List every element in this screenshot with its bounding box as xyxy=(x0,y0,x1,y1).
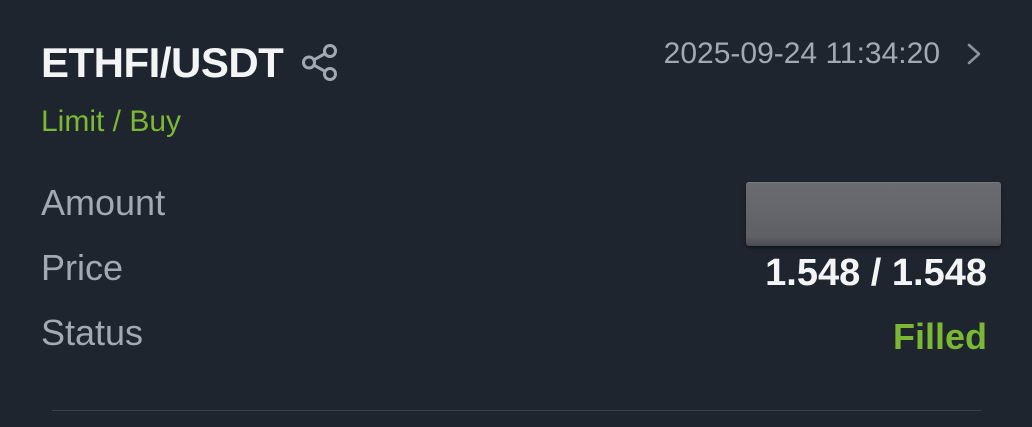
price-value: 1.548 / 1.548 xyxy=(765,252,987,294)
share-icon[interactable] xyxy=(300,43,340,81)
price-label: Price xyxy=(41,247,124,288)
status-value: Filled xyxy=(892,316,987,357)
order-card[interactable]: ETHFI/USDT 2025-09-24 11:34:20 Limit / B… xyxy=(0,0,1032,427)
amount-value-redacted xyxy=(746,182,1001,246)
chevron-right-icon[interactable] xyxy=(962,41,986,67)
divider xyxy=(52,410,981,411)
order-timestamp: 2025-09-24 11:34:20 xyxy=(663,37,940,70)
amount-label: Amount xyxy=(41,182,166,223)
order-type-label: Limit / Buy xyxy=(41,105,182,138)
status-label: Status xyxy=(41,312,144,353)
pair-title: ETHFI/USDT xyxy=(41,39,284,86)
